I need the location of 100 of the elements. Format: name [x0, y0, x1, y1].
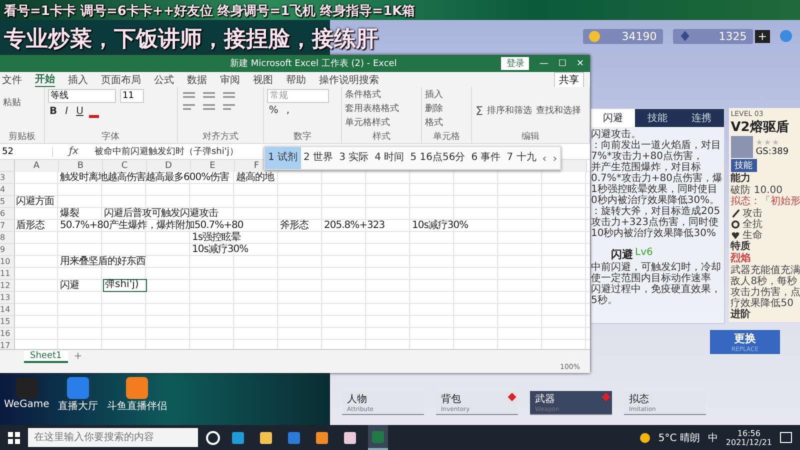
alert-icon — [508, 392, 516, 402]
ribbon-tab[interactable]: 公式 — [154, 72, 174, 86]
selected-cell[interactable]: 弹shi'j) — [103, 279, 147, 292]
row-header[interactable]: 17 — [0, 340, 15, 349]
row-header[interactable]: 10 — [0, 256, 15, 268]
ime-candidate[interactable]: 6 事件 — [468, 147, 504, 169]
editing-button[interactable]: 查找和选择 — [536, 104, 582, 116]
break-stat: 破防 10.00 — [730, 185, 784, 196]
column-header[interactable]: B — [59, 160, 103, 172]
format-button[interactable]: B — [48, 106, 60, 117]
notification-icon[interactable] — [780, 432, 792, 443]
group-label: 对齐方式 — [201, 132, 240, 142]
format-button[interactable]: I — [63, 106, 70, 117]
autosum-button[interactable]: Σ — [475, 104, 484, 116]
row-header[interactable]: 4 — [0, 184, 15, 196]
row-header[interactable]: 14 — [0, 304, 15, 316]
sheet-tab[interactable]: Sheet1 — [24, 350, 68, 362]
row-header[interactable]: 9 — [0, 244, 15, 256]
column-header[interactable]: C — [103, 160, 147, 172]
input-method[interactable]: 中 — [708, 430, 718, 444]
help-search[interactable]: 操作说明搜索 — [319, 72, 379, 86]
ribbon-tab[interactable]: 插入 — [68, 72, 88, 86]
row-header[interactable]: 7 — [0, 220, 15, 232]
share-button[interactable]: 共享 — [554, 72, 584, 88]
row-header[interactable]: 12 — [0, 280, 15, 292]
row-header[interactable]: 3 — [0, 172, 15, 184]
search-field[interactable]: 在这里输入你要搜索的内容 — [28, 428, 198, 447]
cell-text: 越高的地 — [236, 172, 274, 183]
ribbon-tab[interactable]: 视图 — [253, 72, 273, 86]
row-header[interactable]: 5 — [0, 196, 15, 208]
close-button[interactable]: ✕ — [576, 58, 584, 68]
ime-candidate[interactable]: 1 试剂 — [265, 147, 301, 169]
cell-text: 斧形态 — [280, 220, 308, 231]
ime-candidate[interactable]: 5 16点56分 — [407, 147, 468, 169]
login-button[interactable]: 登录 — [501, 57, 530, 70]
ribbon-tab[interactable]: 页面布局 — [101, 72, 141, 86]
style-button[interactable]: 条件格式 — [344, 89, 381, 101]
row-header[interactable]: 11 — [0, 268, 15, 280]
desktop-shortcut[interactable]: 斗鱼直播伴侣 — [107, 377, 168, 413]
column-header[interactable]: D — [147, 160, 191, 172]
cells-button[interactable]: 插入 — [425, 89, 443, 101]
row-header[interactable]: 15 — [0, 316, 15, 328]
insert-function-button[interactable]: ƒx — [59, 146, 88, 157]
row-header[interactable]: 6 — [0, 208, 15, 220]
ime-candidate[interactable]: 7 十九 — [504, 147, 540, 169]
minimize-button[interactable]: — — [539, 58, 548, 68]
row-header[interactable]: 16 — [0, 328, 15, 340]
description-line: 1秒强控眩晕效果，同时使目 — [591, 184, 718, 195]
format-button[interactable]: U — [74, 106, 86, 117]
maximize-button[interactable]: ☐ — [558, 58, 566, 68]
group-label: 编辑 — [520, 132, 541, 142]
group-label: 字体 — [100, 132, 121, 142]
windows-icon[interactable] — [8, 432, 20, 444]
cells-button[interactable]: 格式 — [425, 117, 443, 129]
ime-candidate[interactable]: 4 时间 — [372, 147, 408, 169]
ime-candidate[interactable]: 2 世界 — [300, 147, 336, 169]
font-field[interactable]: 等线 — [48, 89, 116, 103]
skill-tab[interactable]: 闪避 — [591, 109, 636, 127]
number-format-button[interactable]: % — [266, 105, 280, 116]
skill-description-line: 5秒。 — [591, 295, 618, 306]
ribbon-tab[interactable]: 文件 — [2, 72, 22, 86]
ime-candidate[interactable]: 3 实际 — [336, 147, 372, 169]
previous-button[interactable]: ‹ — [539, 152, 550, 164]
add-sheet-button[interactable]: + — [74, 351, 82, 362]
column-header[interactable]: E — [191, 160, 235, 172]
ribbon-tab[interactable]: 数据 — [187, 72, 207, 86]
skill-tab[interactable]: 技能 — [635, 109, 680, 127]
ribbon-tab[interactable]: 审阅 — [220, 72, 240, 86]
weather-text: 5°C 晴朗 — [658, 432, 700, 444]
cell-text: 10s减疗30% — [192, 244, 248, 255]
skill-tab[interactable]: 连携 — [679, 109, 724, 127]
cell-text: 205.8%+323 — [324, 220, 385, 231]
row-header[interactable]: 8 — [0, 232, 15, 244]
name-box[interactable]: 52 — [0, 146, 53, 156]
style-button[interactable]: 套用表格格式 — [344, 103, 399, 115]
desktop-shortcut[interactable]: 直播大厅 — [57, 377, 100, 413]
ribbon-tab[interactable]: 帮助 — [286, 72, 306, 86]
clock[interactable]: 16:56 2021/12/21 — [726, 428, 772, 446]
next-button[interactable]: › — [550, 152, 560, 164]
add-button[interactable]: + — [754, 30, 770, 42]
group-label: 剪贴板 — [7, 132, 36, 142]
sword-icon — [730, 209, 740, 218]
skill-button[interactable]: 技能 — [730, 159, 757, 172]
cells-button[interactable]: 删除 — [425, 103, 443, 115]
number-format-button[interactable]: , — [284, 105, 292, 116]
skill-level: Lv6 — [635, 247, 653, 260]
desktop-shortcut[interactable]: WeGame — [4, 377, 50, 413]
paste-button[interactable]: 粘贴 — [3, 97, 21, 109]
style-button[interactable]: 单元格样式 — [344, 117, 390, 129]
advance-label: 进阶 — [730, 309, 752, 321]
circle-icon[interactable] — [206, 430, 220, 444]
heart-icon — [730, 231, 740, 240]
font-size-field[interactable]: 11 — [120, 89, 144, 103]
column-header[interactable]: A — [15, 160, 59, 172]
cell-text: 盾形态 — [16, 220, 44, 231]
cell-text: 爆裂 — [60, 208, 79, 219]
row-header[interactable]: 13 — [0, 292, 15, 304]
formula-field[interactable]: 被命中前闪避触发幻时（子弹shi'j） — [94, 145, 238, 158]
editing-button[interactable]: 排序和筛选 — [487, 104, 532, 116]
cell-text: 用来叠坚盾的好东西 — [60, 256, 146, 267]
